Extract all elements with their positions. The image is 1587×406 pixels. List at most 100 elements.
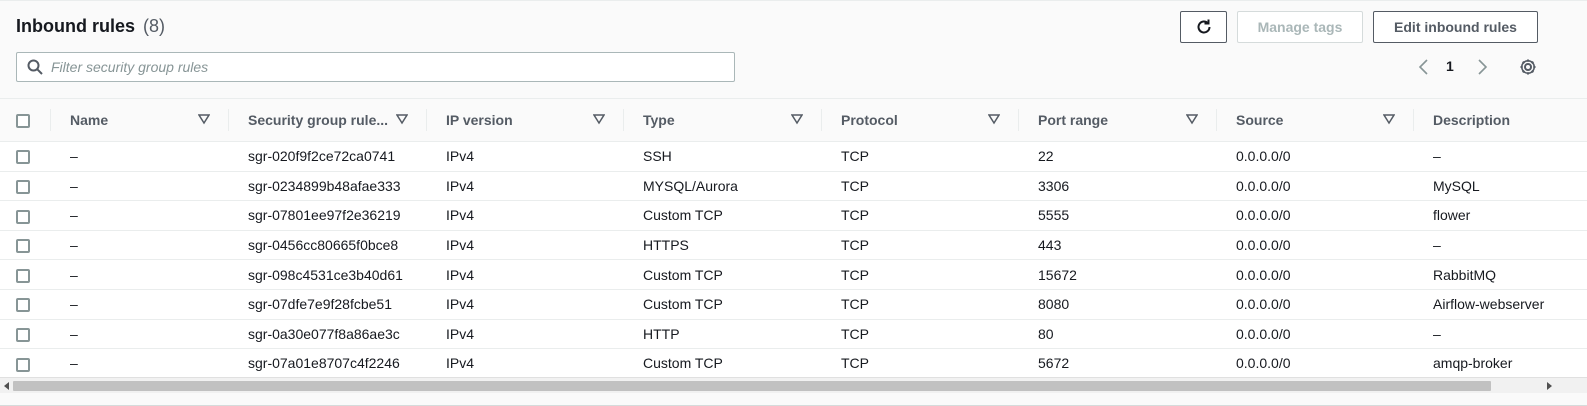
scrollbar-thumb[interactable]	[13, 381, 1491, 391]
cell-port-range: 5672	[1038, 355, 1070, 372]
table-row[interactable]: – sgr-0a30e077f8a86ae3c IPv4 HTTP TCP 80…	[0, 319, 1587, 349]
column-header-label: Source	[1236, 112, 1284, 128]
column-header-label: IP version	[446, 112, 513, 128]
table-row[interactable]: – sgr-07dfe7e9f28fcbe51 IPv4 Custom TCP …	[0, 289, 1587, 320]
filter-input[interactable]	[51, 59, 701, 75]
row-checkbox[interactable]	[16, 239, 30, 254]
row-select-cell	[0, 171, 50, 201]
cell-port-range: 22	[1038, 148, 1054, 165]
cell-type: Custom TCP	[643, 355, 723, 372]
rules-table-container: Name Security group rule... IP version T…	[0, 98, 1587, 377]
row-checkbox[interactable]	[16, 150, 30, 165]
cell-source: 0.0.0.0/0	[1236, 148, 1291, 165]
select-all-cell	[0, 99, 50, 142]
cell-description: RabbitMQ	[1433, 266, 1497, 283]
cell-source: 0.0.0.0/0	[1236, 325, 1291, 342]
row-select-cell	[0, 319, 50, 349]
column-header-protocol[interactable]: Protocol	[821, 99, 1018, 142]
row-checkbox[interactable]	[16, 298, 30, 313]
cell-port-range: 5555	[1038, 207, 1070, 224]
column-header-label: Protocol	[841, 112, 898, 128]
cell-description: –	[1433, 325, 1441, 342]
column-header-ip-version[interactable]: IP version	[426, 99, 623, 142]
table-header-row: Name Security group rule... IP version T…	[0, 99, 1587, 142]
row-select-cell	[0, 289, 50, 319]
column-header-label: Type	[643, 112, 675, 128]
table-row[interactable]: – sgr-07a01e8707c4f2246 IPv4 Custom TCP …	[0, 349, 1587, 377]
cell-type: Custom TCP	[643, 296, 723, 313]
column-header-rule-id[interactable]: Security group rule...	[228, 99, 426, 142]
rule-count: (8)	[143, 16, 166, 36]
row-checkbox[interactable]	[16, 357, 30, 372]
cell-ip-version: IPv4	[446, 296, 475, 313]
manage-tags-button[interactable]: Manage tags	[1237, 11, 1363, 43]
cell-name: –	[70, 355, 78, 372]
cell-description: Airflow-webserver	[1433, 296, 1545, 313]
cell-type: MYSQL/Aurora	[643, 177, 738, 194]
cell-name: –	[70, 177, 78, 194]
edit-inbound-rules-button[interactable]: Edit inbound rules	[1373, 11, 1538, 43]
preferences-button[interactable]	[1517, 56, 1539, 78]
column-header-port-range[interactable]: Port range	[1018, 99, 1216, 142]
select-all-checkbox[interactable]	[16, 114, 30, 129]
cell-type: SSH	[643, 148, 672, 165]
cell-protocol: TCP	[841, 237, 869, 254]
current-page-number[interactable]: 1	[1446, 58, 1454, 74]
table-row[interactable]: – sgr-098c4531ce3b40d61 IPv4 Custom TCP …	[0, 260, 1587, 290]
column-header-source[interactable]: Source	[1216, 99, 1413, 142]
cell-source: 0.0.0.0/0	[1236, 207, 1291, 224]
cell-rule-id: sgr-07a01e8707c4f2246	[248, 355, 400, 372]
cell-rule-id: sgr-0a30e077f8a86ae3c	[248, 325, 400, 342]
previous-page-button[interactable]	[1414, 55, 1434, 79]
cell-port-range: 443	[1038, 237, 1062, 254]
cell-description: –	[1433, 237, 1441, 254]
cell-source: 0.0.0.0/0	[1236, 177, 1291, 194]
row-checkbox[interactable]	[16, 268, 30, 283]
row-select-cell	[0, 260, 50, 290]
table-row[interactable]: – sgr-07801ee97f2e36219 IPv4 Custom TCP …	[0, 201, 1587, 231]
cell-ip-version: IPv4	[446, 207, 475, 224]
column-header-type[interactable]: Type	[623, 99, 821, 142]
column-header-description[interactable]: Description	[1413, 99, 1587, 142]
cell-ip-version: IPv4	[446, 237, 475, 254]
next-page-button[interactable]	[1472, 55, 1492, 79]
scroll-left-arrow-icon[interactable]	[2, 381, 12, 391]
cell-port-range: 80	[1038, 325, 1054, 342]
column-header-label: Description	[1433, 112, 1511, 128]
row-select-cell	[0, 142, 50, 172]
cell-protocol: TCP	[841, 296, 869, 313]
cell-ip-version: IPv4	[446, 148, 475, 165]
horizontal-scrollbar[interactable]	[0, 377, 1587, 393]
row-select-cell	[0, 230, 50, 260]
section-title: Inbound rules (8)	[16, 16, 165, 37]
cell-protocol: TCP	[841, 325, 869, 342]
cell-port-range: 8080	[1038, 296, 1070, 313]
cell-source: 0.0.0.0/0	[1236, 266, 1291, 283]
cell-rule-id: sgr-0456cc80665f0bce8	[248, 237, 399, 254]
cell-type: HTTP	[643, 325, 680, 342]
row-checkbox[interactable]	[16, 328, 30, 342]
row-checkbox[interactable]	[16, 209, 30, 224]
search-icon	[25, 57, 45, 77]
cell-ip-version: IPv4	[446, 325, 475, 342]
column-header-name[interactable]: Name	[50, 99, 228, 142]
cell-name: –	[70, 296, 78, 313]
refresh-icon	[1197, 19, 1210, 34]
cell-ip-version: IPv4	[446, 355, 475, 372]
scroll-right-arrow-icon[interactable]	[1544, 381, 1554, 391]
row-select-cell	[0, 349, 50, 377]
table-row[interactable]: – sgr-0234899b48afae333 IPv4 MYSQL/Auror…	[0, 171, 1587, 201]
row-select-cell	[0, 201, 50, 231]
row-checkbox[interactable]	[16, 180, 30, 195]
filter-box[interactable]	[16, 52, 735, 82]
refresh-button[interactable]	[1180, 11, 1227, 43]
cell-description: flower	[1433, 207, 1471, 224]
cell-type: Custom TCP	[643, 266, 723, 283]
cell-description: amqp-broker	[1433, 355, 1513, 372]
sort-caret-icon	[1383, 114, 1395, 125]
cell-protocol: TCP	[841, 177, 869, 194]
table-row[interactable]: – sgr-0456cc80665f0bce8 IPv4 HTTPS TCP 4…	[0, 230, 1587, 260]
chevron-left-icon	[1418, 59, 1428, 75]
table-row[interactable]: – sgr-020f9f2ce72ca0741 IPv4 SSH TCP 22 …	[0, 142, 1587, 172]
cell-description: MySQL	[1433, 177, 1480, 194]
